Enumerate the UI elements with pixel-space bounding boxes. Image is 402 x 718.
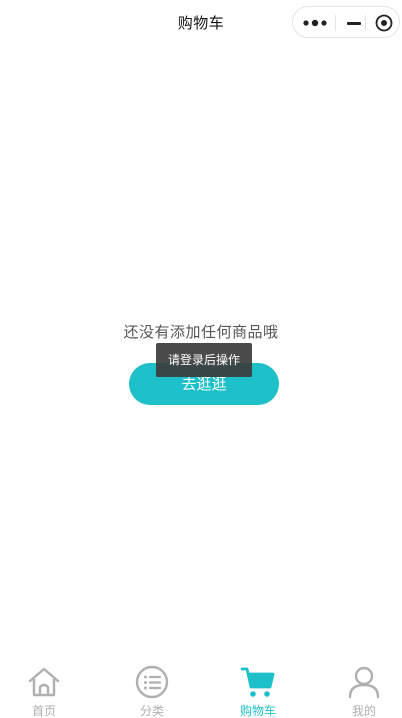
capsule-divider <box>335 15 336 31</box>
login-toast: 请登录后操作 <box>156 343 252 377</box>
tab-bar: 首页 分类 购物车 我的 <box>0 660 402 718</box>
minimize-icon[interactable] <box>347 22 361 25</box>
tab-home[interactable]: 首页 <box>0 660 94 718</box>
tab-category[interactable]: 分类 <box>102 660 202 718</box>
empty-cart-message: 还没有添加任何商品哦 <box>123 323 279 341</box>
tab-mine-label: 我的 <box>351 704 376 718</box>
home-icon <box>28 667 60 697</box>
tab-mine[interactable]: 我的 <box>314 660 402 718</box>
close-program-icon[interactable] <box>375 14 393 32</box>
tab-cart[interactable]: 购物车 <box>208 660 308 718</box>
tab-cart-label: 购物车 <box>239 704 276 718</box>
capsule-divider <box>365 15 366 31</box>
user-icon <box>348 666 380 699</box>
more-icon[interactable] <box>301 16 329 30</box>
mini-program-capsule <box>292 6 400 38</box>
cart-page: 购物车 还没有添加任何商品哦 去逛逛 请登录后操作 首页 分类 购物车 我的 <box>0 0 402 718</box>
tab-home-label: 首页 <box>31 704 56 718</box>
tab-category-label: 分类 <box>139 704 164 718</box>
category-icon <box>135 665 169 699</box>
navigation-bar: 购物车 <box>0 0 402 44</box>
cart-icon <box>240 667 275 697</box>
